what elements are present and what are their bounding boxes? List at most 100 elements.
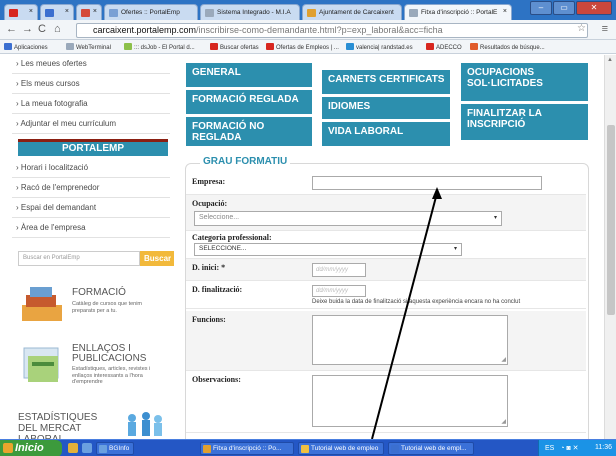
url-host: carcaixent.portalemp.com	[93, 25, 197, 35]
app-icon	[99, 445, 107, 453]
promo-enllacos[interactable]: ENLLAÇOS I PUBLICACIONS Estadístiques, a…	[18, 340, 168, 396]
page-icon	[205, 9, 214, 17]
scrollbar-thumb[interactable]	[607, 125, 615, 315]
observacions-textarea[interactable]: ◢	[312, 375, 508, 427]
sidebar-item[interactable]: › Les meues ofertes	[12, 55, 170, 74]
sidebar-item[interactable]: › Els meus cursos	[12, 75, 170, 94]
language-indicator[interactable]: ES	[545, 445, 554, 452]
funcions-textarea[interactable]: ◢	[312, 315, 508, 365]
bookmarks-bar: Aplicaciones WebTerminal ::: dsJob - El …	[0, 40, 616, 54]
chrome-quicklaunch-icon[interactable]	[68, 443, 78, 453]
close-tab-icon[interactable]: ×	[503, 8, 507, 15]
site-icon	[346, 43, 354, 50]
tab-carnets-certificats[interactable]: CARNETS CERTIFICATS	[322, 70, 450, 94]
promo-title: FORMACIÓ	[72, 287, 126, 298]
close-tab-icon[interactable]: ×	[65, 8, 69, 15]
forward-icon[interactable]: →	[22, 23, 33, 35]
url-bar[interactable]: carcaixent.portalemp.com/inscribirse-com…	[76, 23, 588, 38]
tab-formacio-reglada[interactable]: FORMACIÓ REGLADA	[186, 90, 312, 114]
browser-tab[interactable]: ×	[4, 4, 38, 20]
sidebar-item[interactable]: › Espai del demandant	[12, 199, 170, 218]
tray-icons[interactable]: ◔ ◙ ✕	[560, 445, 578, 452]
browser-tab[interactable]: ×	[40, 4, 74, 20]
chevron-down-icon: ▾	[493, 215, 497, 221]
resize-handle-icon[interactable]: ◢	[501, 356, 506, 363]
system-tray: ES ◔ ◙ ✕ 11:36	[538, 440, 616, 456]
inici-date-input[interactable]: dd/mm/yyyy	[312, 263, 366, 277]
bookmark-star-icon[interactable]: ☆	[577, 23, 586, 34]
page-icon	[66, 43, 74, 50]
sidebar-section-title: PORTALEMP	[18, 139, 168, 156]
reload-icon[interactable]: C	[38, 23, 46, 35]
youtube-icon	[9, 9, 18, 17]
bookmark-item[interactable]: Ofertas de Empleos | ...	[266, 43, 339, 51]
tab-finalitzar[interactable]: FINALITZAR LA INSCRIPCIÓ	[461, 104, 588, 140]
tab-vida-laboral[interactable]: VIDA LABORAL	[322, 122, 450, 146]
inici-label: D. inici: *	[192, 263, 226, 272]
taskbar-button[interactable]: Tutorial web de empl...	[388, 442, 474, 455]
final-date-input[interactable]: dd/mm/yyyy	[312, 285, 366, 297]
close-window-button[interactable]: ✕	[576, 1, 612, 15]
taskbar-button[interactable]: Tutorial web de empleo	[298, 442, 384, 455]
browser-tab[interactable]: Sistema Integrado - M.I.A	[200, 4, 300, 20]
browser-tab[interactable]: Ofertes :: PortalEmp	[104, 4, 198, 20]
people-illustration	[128, 412, 162, 436]
categoria-label: Categoria professional:	[192, 233, 272, 242]
finalitzacio-label: D. finalització:	[192, 285, 243, 294]
menu-icon[interactable]: ≡	[602, 23, 608, 35]
scroll-up-icon[interactable]: ▲	[607, 57, 613, 63]
page-icon	[409, 9, 418, 17]
sidebar-item[interactable]: › Horari i localització	[12, 159, 170, 178]
bookmark-item[interactable]: valencia| randstad.es	[346, 43, 413, 51]
windows-logo-icon	[3, 443, 13, 453]
maximize-button[interactable]: ▭	[553, 1, 575, 15]
browser-tab-active[interactable]: Fitxa d'inscripció :: PortalE ×	[404, 4, 512, 20]
bookmark-item[interactable]: Aplicaciones	[4, 43, 48, 51]
tab-formacio-no-reglada[interactable]: FORMACIÓ NO REGLADA	[186, 117, 312, 146]
back-icon[interactable]: ←	[6, 23, 17, 35]
explorer-quicklaunch-icon[interactable]	[82, 443, 92, 453]
promo-title: ENLLAÇOS I PUBLICACIONS	[72, 343, 147, 364]
home-icon[interactable]: ⌂	[54, 23, 61, 35]
web-page: › Les meues ofertes › Els meus cursos › …	[0, 55, 604, 439]
bookmark-item[interactable]: ADECCO	[426, 43, 462, 51]
resize-handle-icon[interactable]: ◢	[501, 418, 506, 425]
search-button[interactable]: Buscar	[140, 251, 174, 266]
row-finalitzacio: D. finalització: dd/mm/yyyy Deixe buida …	[186, 281, 586, 309]
url-path: /inscribirse-como-demandante.html?p=exp_…	[196, 25, 443, 35]
promo-title: ESTADÍSTIQUES DEL MERCAT LABORAL	[18, 412, 98, 439]
sidebar-item[interactable]: › Racó de l'emprenedor	[12, 179, 170, 198]
tab-ocupacions[interactable]: OCUPACIONS SOL·LICITADES	[461, 63, 588, 101]
taskbar-button[interactable]: BGInfo	[96, 442, 134, 455]
close-tab-icon[interactable]: ×	[93, 8, 97, 15]
address-toolbar: ← → C ⌂ carcaixent.portalemp.com/inscrib…	[0, 20, 616, 40]
bookmark-item[interactable]: Buscar ofertas	[210, 43, 259, 51]
taskbar-button[interactable]: Fitxa d'inscripció :: Po...	[200, 442, 294, 455]
close-tab-icon[interactable]: ×	[29, 8, 33, 15]
browser-tab[interactable]: Ajuntament de Carcaixent	[302, 4, 402, 20]
sidebar-item[interactable]: › Àrea de l'empresa	[12, 219, 170, 238]
browser-tab[interactable]: ×	[76, 4, 102, 20]
sidebar-item[interactable]: › Adjuntar el meu currículum	[12, 115, 170, 134]
ocupacio-select[interactable]: Seleccione... ▾	[194, 211, 502, 226]
tab-label: Ofertes :: PortalEmp	[121, 9, 180, 16]
bookmark-item[interactable]: Resultados de búsque...	[470, 43, 545, 51]
row-funcions: Funcions: ◢	[186, 311, 586, 371]
tab-general[interactable]: GENERAL	[186, 63, 312, 87]
gmail-icon	[81, 9, 90, 17]
categoria-select[interactable]: SELECCIONE... ▾	[194, 243, 462, 256]
promo-formacio[interactable]: FORMACIÓ Catàleg de cursos que tenim pre…	[18, 281, 168, 331]
funcions-label: Funcions:	[192, 315, 226, 324]
bookmark-item[interactable]: WebTerminal	[66, 43, 111, 51]
search-input[interactable]: Buscar en PortalEmp	[18, 251, 140, 266]
empresa-input[interactable]	[312, 176, 542, 190]
sidebar-item[interactable]: › La meua fotografia	[12, 95, 170, 114]
tab-idiomes[interactable]: IDIOMES	[322, 97, 450, 119]
promo-estadistiques[interactable]: ESTADÍSTIQUES DEL MERCAT LABORAL	[18, 410, 168, 439]
start-button[interactable]: Inicio	[0, 440, 62, 456]
row-empresa: Empresa:	[186, 173, 586, 195]
bookmark-item[interactable]: ::: dsJob - El Portal d...	[124, 43, 195, 51]
row-ocupacio: Ocupació: Seleccione... ▾	[186, 195, 586, 231]
minimize-button[interactable]: –	[530, 1, 552, 15]
page-scrollbar[interactable]: ▲	[604, 55, 616, 439]
